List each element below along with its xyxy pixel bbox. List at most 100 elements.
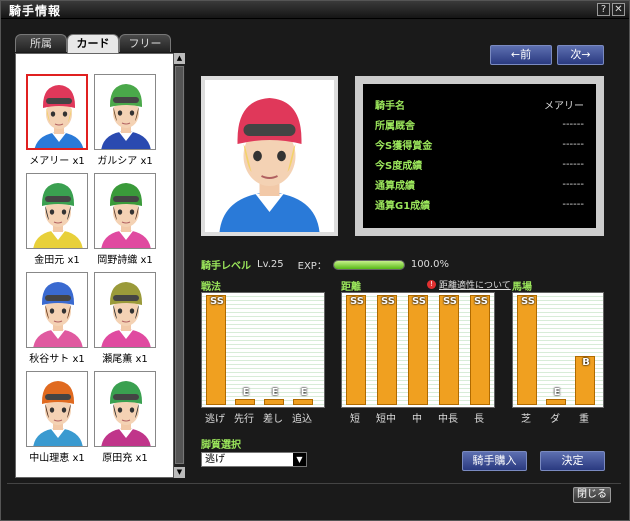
jockey-card[interactable]: 岡野詩織 x1 xyxy=(94,173,156,267)
aptitude-bar: E xyxy=(293,387,313,405)
grade-label: E xyxy=(242,387,250,398)
aptitude-label: 短中 xyxy=(376,414,396,425)
grade-label: E xyxy=(271,387,279,398)
jockey-card[interactable]: 原田充 x1 xyxy=(94,371,156,465)
grade-label: B xyxy=(582,356,590,368)
info-value: ------ xyxy=(562,138,584,150)
aptitude-label: 中長 xyxy=(438,414,458,425)
window-title: 騎手情報 xyxy=(9,4,62,18)
aptitude-label: 短 xyxy=(350,414,360,425)
info-label: 通算G1成績 xyxy=(375,200,431,212)
info-label: 今S度成績 xyxy=(375,160,423,172)
jockey-card[interactable]: ガルシア x1 xyxy=(94,74,156,168)
jockey-card[interactable]: 金田元 x1 xyxy=(26,173,88,267)
aptitude-bar: E xyxy=(546,387,566,405)
scroll-thumb[interactable] xyxy=(175,66,184,464)
level-label: 騎手レベル xyxy=(201,261,251,272)
grade-label: E xyxy=(553,387,561,398)
tab-card[interactable]: カード xyxy=(67,34,119,53)
track-chart: SS E B xyxy=(512,292,604,408)
level-value: Lv.25 xyxy=(257,259,284,270)
jockey-info-window: 騎手情報 ? ✕ 所属 カード フリー メアリー x1 ガルシア x1 金田元 … xyxy=(0,0,630,521)
aptitude-bar: SS xyxy=(470,295,490,405)
aptitude-bar: E xyxy=(235,387,255,405)
close-button[interactable]: 閉じる xyxy=(573,487,611,503)
jockey-card-portrait xyxy=(26,371,88,447)
info-value: メアリー xyxy=(544,100,584,112)
exp-bar xyxy=(332,259,405,270)
distance-aptitude-link[interactable]: ! 距離適性について xyxy=(427,278,511,291)
info-label: 通算成績 xyxy=(375,180,415,192)
jockey-card-name: 金田元 x1 xyxy=(34,255,80,266)
jockey-card-portrait xyxy=(26,74,88,150)
buy-jockey-button[interactable]: 騎手購入 xyxy=(462,451,527,471)
scrollbar[interactable]: ▲ ▼ xyxy=(173,53,185,478)
info-value: ------ xyxy=(562,158,584,170)
scroll-up-icon[interactable]: ▲ xyxy=(174,53,185,64)
jockey-card[interactable]: 中山理恵 x1 xyxy=(26,371,88,465)
chevron-down-icon[interactable]: ▼ xyxy=(293,453,306,466)
aptitude-bar: SS xyxy=(206,295,226,405)
info-row: 所属厩舎 ------ xyxy=(375,114,584,134)
aptitude-selected: 逃げ xyxy=(205,454,225,465)
jockey-portrait xyxy=(201,76,338,236)
aptitude-label: 重 xyxy=(579,414,589,425)
jockey-card-name: 岡野詩織 x1 xyxy=(97,255,153,266)
aptitude-bar: E xyxy=(264,387,284,405)
close-icon[interactable]: ✕ xyxy=(612,3,625,16)
aptitude-bar: SS xyxy=(439,295,459,405)
jockey-card[interactable]: 秋谷サト x1 xyxy=(26,272,88,366)
jockey-card-portrait xyxy=(94,173,156,249)
tab-free[interactable]: フリー xyxy=(119,34,171,52)
aptitude-bar: B xyxy=(575,355,595,405)
jockey-card-portrait xyxy=(26,173,88,249)
aptitude-label: ダ xyxy=(550,414,560,425)
aptitude-bar: SS xyxy=(377,295,397,405)
aptitude-label: 追込 xyxy=(292,414,312,425)
next-button[interactable]: 次→ xyxy=(557,45,604,65)
grade-label: SS xyxy=(443,296,457,307)
tab-affiliation[interactable]: 所属 xyxy=(15,34,67,52)
aptitude-select[interactable]: 逃げ ▼ xyxy=(201,452,307,467)
jockey-card-portrait xyxy=(94,371,156,447)
info-label: 今S獲得賞金 xyxy=(375,140,433,152)
aptitude-label: 中 xyxy=(412,414,422,425)
info-row: 通算成績 ------ xyxy=(375,174,584,194)
exp-label: EXP： xyxy=(297,261,327,272)
prev-button[interactable]: ←前 xyxy=(490,45,552,65)
info-value: ------ xyxy=(562,198,584,210)
aptitude-bar: SS xyxy=(517,295,537,405)
info-label: 所属厩舎 xyxy=(375,120,415,132)
scroll-down-icon[interactable]: ▼ xyxy=(174,467,185,478)
grade-label: SS xyxy=(210,296,224,307)
grade-label: SS xyxy=(412,296,426,307)
jockey-card[interactable]: メアリー x1 xyxy=(26,74,88,168)
distance-title: 距離 xyxy=(341,282,361,293)
jockey-info-box: 騎手名 メアリー所属厩舎 ------ 今S獲得賞金 ------ 今S度成績 ------… xyxy=(355,76,604,236)
aptitude-label: 逃げ xyxy=(205,414,225,425)
distance-chart: SS SS SS SS SS xyxy=(341,292,495,408)
info-row: 騎手名 メアリー xyxy=(375,94,584,114)
info-label: 騎手名 xyxy=(375,100,405,112)
info-row: 通算G1成績 ------ xyxy=(375,194,584,214)
jockey-card-name: メアリー x1 xyxy=(29,156,85,167)
grade-label: SS xyxy=(350,296,364,307)
aptitude-label: 先行 xyxy=(234,414,254,425)
jockey-card[interactable]: 瀬尾薫 x1 xyxy=(94,272,156,366)
jockey-card-name: 秋谷サト x1 xyxy=(29,354,85,365)
info-row: 今S度成績 ------ xyxy=(375,154,584,174)
grade-label: SS xyxy=(521,296,535,307)
info-value: ------ xyxy=(562,118,584,130)
decide-button[interactable]: 決定 xyxy=(540,451,605,471)
distance-link-text[interactable]: 距離適性について xyxy=(439,278,511,291)
title-bar: 騎手情報 ? ✕ xyxy=(1,1,629,19)
jockey-card-portrait xyxy=(94,272,156,348)
jockey-card-portrait xyxy=(26,272,88,348)
jockey-card-name: ガルシア x1 xyxy=(97,156,153,167)
tactics-chart: SS E E E xyxy=(201,292,325,408)
help-button[interactable]: ? xyxy=(597,3,610,16)
grade-label: SS xyxy=(381,296,395,307)
aptitude-label: 長 xyxy=(474,414,484,425)
exp-percent: 100.0% xyxy=(410,259,449,270)
aptitude-bar: SS xyxy=(346,295,366,405)
